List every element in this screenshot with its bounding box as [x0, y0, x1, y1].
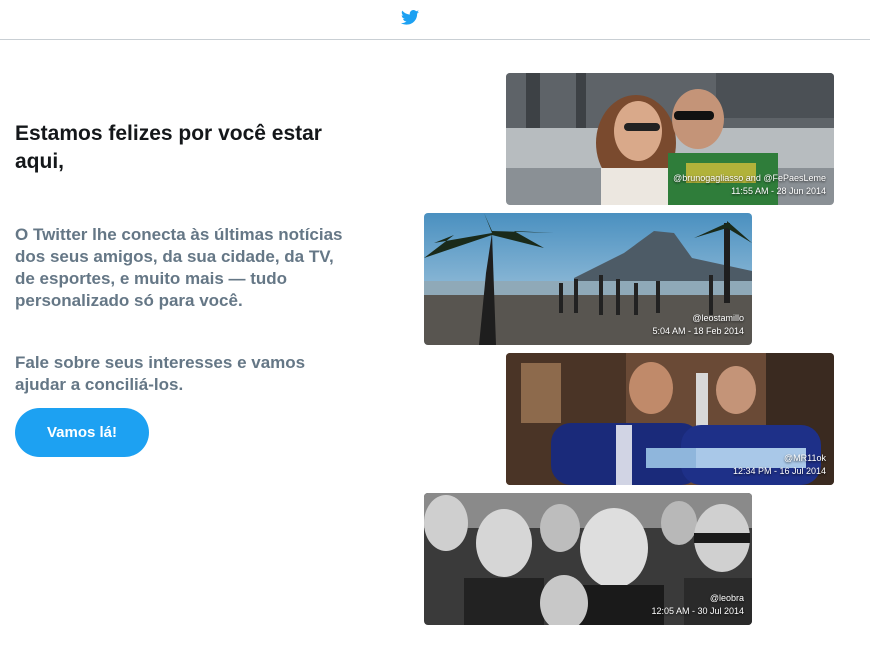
photo-handle[interactable]: @leobra: [651, 592, 744, 605]
photo-card[interactable]: @brunogagliasso and @FePaesLeme 11:55 AM…: [506, 73, 834, 205]
photo-caption: @leobra 12:05 AM - 30 Jul 2014: [651, 592, 744, 618]
photo-caption: @brunogagliasso and @FePaesLeme 11:55 AM…: [673, 172, 826, 198]
photo-handle[interactable]: @MR11ok: [733, 452, 826, 465]
get-started-button[interactable]: Vamos lá!: [15, 408, 149, 457]
welcome-headline: Estamos felizes por você estar aqui,: [15, 122, 322, 173]
photo-handle[interactable]: @leostamillo: [652, 312, 744, 325]
photo-timestamp: 11:55 AM - 28 Jun 2014: [731, 186, 826, 196]
photo-caption: @leostamillo 5:04 AM - 18 Feb 2014: [652, 312, 744, 338]
photo-handle[interactable]: @brunogagliasso and @FePaesLeme: [673, 172, 826, 185]
photo-card[interactable]: @MR11ok 12:34 PM - 16 Jul 2014: [506, 353, 834, 485]
photo-caption: @MR11ok 12:34 PM - 16 Jul 2014: [733, 452, 826, 478]
interests-description: Fale sobre seus interesses e vamos ajuda…: [15, 353, 306, 394]
photo-timestamp: 12:05 AM - 30 Jul 2014: [651, 606, 744, 616]
welcome-description: O Twitter lhe conecta às últimas notícia…: [15, 225, 343, 310]
photo-card[interactable]: @leostamillo 5:04 AM - 18 Feb 2014: [424, 213, 752, 345]
top-bar: [0, 0, 870, 40]
photo-timestamp: 12:34 PM - 16 Jul 2014: [732, 466, 826, 476]
photo-card[interactable]: @leobra 12:05 AM - 30 Jul 2014: [424, 493, 752, 625]
photo-timestamp: 5:04 AM - 18 Feb 2014: [652, 326, 744, 336]
twitter-bird-icon[interactable]: [401, 10, 419, 25]
